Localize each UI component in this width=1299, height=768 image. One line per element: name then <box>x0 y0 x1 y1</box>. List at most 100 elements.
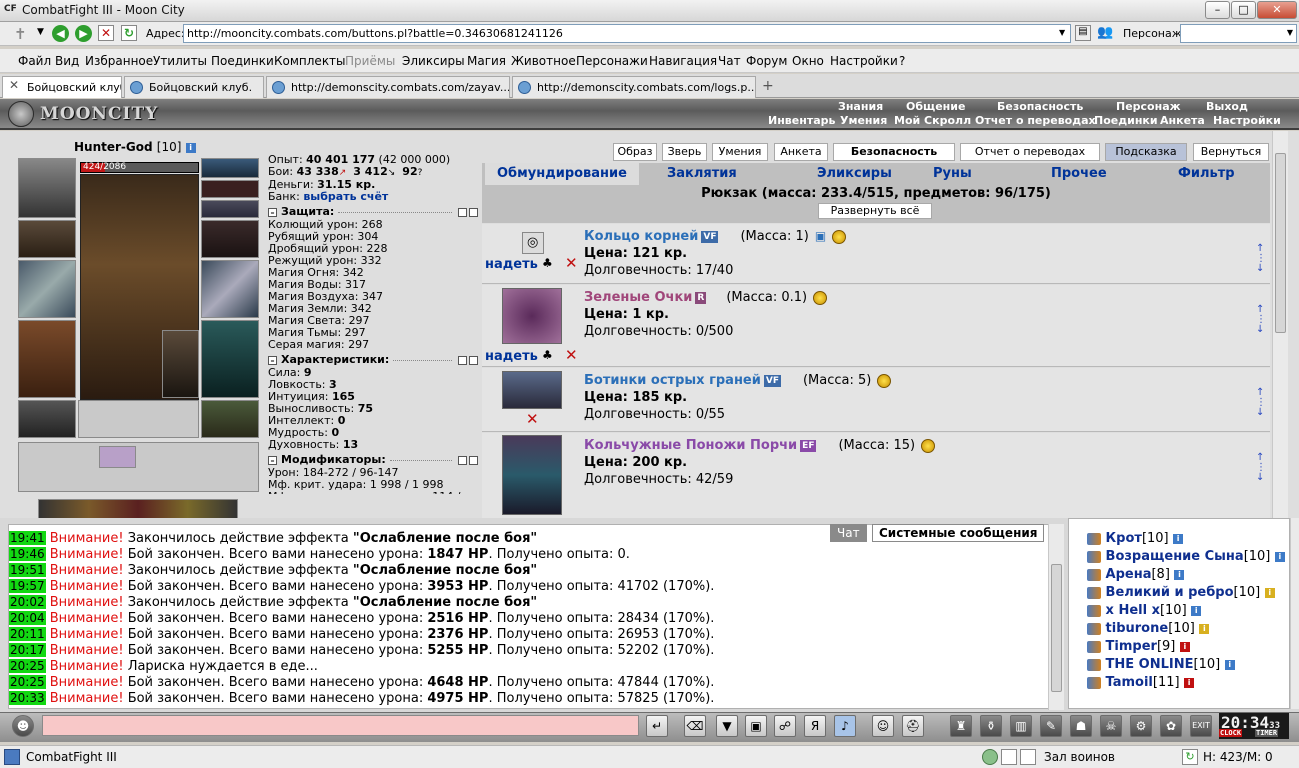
filter-icon[interactable]: ▼ <box>716 715 738 737</box>
private-message-icon[interactable] <box>1087 568 1101 581</box>
save-icon[interactable]: ▣ <box>745 715 767 737</box>
menu-item[interactable]: Животное <box>511 54 576 68</box>
leggings-slot[interactable] <box>201 320 259 398</box>
bag-icon[interactable]: ♜ <box>950 715 972 737</box>
maximize-button[interactable]: □ <box>1231 1 1256 19</box>
info-icon[interactable]: i <box>1199 623 1210 634</box>
main-menu-znania[interactable]: Знания <box>838 100 883 114</box>
glasses-icon[interactable] <box>502 288 562 344</box>
info-icon[interactable]: i <box>1173 533 1184 544</box>
skills-button[interactable]: Умения <box>712 143 768 161</box>
wear-icon[interactable]: ♣ <box>542 256 553 270</box>
menu-item[interactable]: Поединки <box>211 54 274 68</box>
shield-slot[interactable] <box>201 260 259 318</box>
menu-item[interactable]: Персонажи <box>576 54 648 68</box>
user-list-item[interactable]: Арена[8] i <box>1069 567 1185 585</box>
close-window-button[interactable]: ✕ <box>1257 1 1297 19</box>
info-icon[interactable]: i <box>1224 659 1235 670</box>
user-list-item[interactable]: Великий и ребро[10] i <box>1069 585 1275 603</box>
return-button[interactable]: Вернуться <box>1193 143 1269 161</box>
tab-system-messages[interactable]: Системные сообщения <box>872 524 1045 542</box>
main-menu-character[interactable]: Персонаж <box>1116 100 1181 114</box>
submenu-scroll[interactable]: Мой Скролл <box>894 114 971 128</box>
private-message-icon[interactable] <box>1087 604 1101 617</box>
app-taskbar-icon[interactable] <box>4 749 20 765</box>
scroll-slot[interactable] <box>99 446 136 468</box>
submenu-inventory[interactable]: Инвентарь <box>768 114 835 128</box>
person-select[interactable]: ▼ <box>1180 24 1297 43</box>
submenu-profile[interactable]: Анкета <box>1160 114 1205 128</box>
tab-chat[interactable]: Чат <box>830 524 867 542</box>
amulet-slot[interactable] <box>201 180 259 198</box>
chest-icon[interactable]: ▥ <box>1010 715 1032 737</box>
image-button[interactable]: Образ <box>613 143 657 161</box>
submenu-settings[interactable]: Настройки <box>1213 114 1281 128</box>
tab-spells[interactable]: Заклятия <box>667 166 737 181</box>
tab-other[interactable]: Прочее <box>1051 166 1107 181</box>
smiley-menu-icon[interactable]: ☻ <box>12 715 34 737</box>
earrings-slot[interactable] <box>201 158 259 178</box>
rings-slot[interactable] <box>201 200 259 218</box>
scroll-thumb[interactable] <box>1051 564 1062 692</box>
armor-slot[interactable] <box>18 320 76 398</box>
private-message-icon[interactable] <box>1087 586 1101 599</box>
main-menu-security[interactable]: Безопасность <box>997 100 1083 114</box>
delete-item-icon[interactable]: ✕ <box>526 410 539 428</box>
submenu-transfers[interactable]: Отчет о переводах <box>975 114 1096 128</box>
ring-icon[interactable]: ◎ <box>522 232 544 254</box>
equip-link[interactable]: надеть <box>485 257 538 272</box>
characteristics-header[interactable]: – Характеристики: <box>268 354 478 366</box>
wear-icon[interactable]: ♣ <box>542 348 553 362</box>
info-icon[interactable]: i <box>1191 605 1202 616</box>
user-list-item[interactable]: Timper[9] i <box>1069 639 1190 657</box>
address-dropdown-icon[interactable]: ▼ <box>1059 28 1065 37</box>
notes-icon[interactable] <box>1020 749 1036 765</box>
menu-item[interactable]: Утилиты <box>153 54 207 68</box>
menu-item[interactable]: Эликсиры <box>402 54 465 68</box>
boots-icon[interactable] <box>502 371 562 409</box>
address-input[interactable]: http://mooncity.combats.com/buttons.pl?b… <box>183 24 1071 43</box>
new-tab-button[interactable]: + <box>762 78 774 94</box>
music-icon[interactable]: ♪ <box>834 715 856 737</box>
private-message-icon[interactable] <box>1087 622 1101 635</box>
smile-icon[interactable]: ☺ <box>872 715 894 737</box>
info-icon[interactable]: i <box>1264 587 1275 598</box>
forward-icon[interactable]: ▶ <box>75 25 92 42</box>
tab-equipment[interactable]: Обмундирование <box>485 163 639 185</box>
back-icon[interactable]: ◀ <box>52 25 69 42</box>
users-icon[interactable]: 👥 <box>1097 25 1113 40</box>
menu-item[interactable]: Комплекты <box>274 54 346 68</box>
tab-elixirs[interactable]: Эликсиры <box>817 166 892 181</box>
refresh-status-icon[interactable]: ↻ <box>1182 749 1198 765</box>
profile-button[interactable]: Анкета <box>774 143 828 161</box>
gloves-slot[interactable] <box>201 220 259 258</box>
pin-icon[interactable]: ✝ <box>14 25 27 43</box>
sort-arrows-icon[interactable]: ↑ ⋮ ↓ <box>1256 244 1266 274</box>
refresh-icon[interactable]: ↻ <box>121 25 137 41</box>
menu-item[interactable]: Магия <box>467 54 506 68</box>
helmet-slot[interactable] <box>18 158 76 218</box>
backpack-slots[interactable] <box>18 442 259 492</box>
menu-item[interactable]: Настройки <box>830 54 898 68</box>
private-message-icon[interactable] <box>1087 640 1101 653</box>
clock-icon[interactable] <box>982 749 998 765</box>
defense-header[interactable]: – Защита: <box>268 206 478 218</box>
user-list-item[interactable]: tiburone[10] i <box>1069 621 1210 639</box>
submenu-battles[interactable]: Поединки <box>1094 114 1158 128</box>
sort-arrows-icon[interactable]: ↑ ⋮ ↓ <box>1256 305 1266 335</box>
equip-link[interactable]: надеть <box>485 349 538 364</box>
quick-slots[interactable] <box>38 499 238 519</box>
user-list-item[interactable]: x Hell x[10] i <box>1069 603 1202 621</box>
delete-item-icon[interactable]: ✕ <box>565 254 578 272</box>
menu-item[interactable]: Приёмы <box>345 54 395 68</box>
menu-item[interactable]: Чат <box>718 54 741 68</box>
info-icon[interactable]: i <box>185 142 196 153</box>
menu-item[interactable]: Навигация <box>649 54 717 68</box>
security-button[interactable]: Безопасность <box>833 143 955 161</box>
tab-zayavka[interactable]: http://demonscity.combats.com/zayav... <box>266 76 510 98</box>
scroll-icon[interactable]: ✎ <box>1040 715 1062 737</box>
pet-slot[interactable] <box>162 330 199 398</box>
eraser-icon[interactable]: ⌫ <box>684 715 706 737</box>
main-menu-exit[interactable]: Выход <box>1206 100 1248 114</box>
modifiers-header[interactable]: – Модификаторы: <box>268 454 478 466</box>
